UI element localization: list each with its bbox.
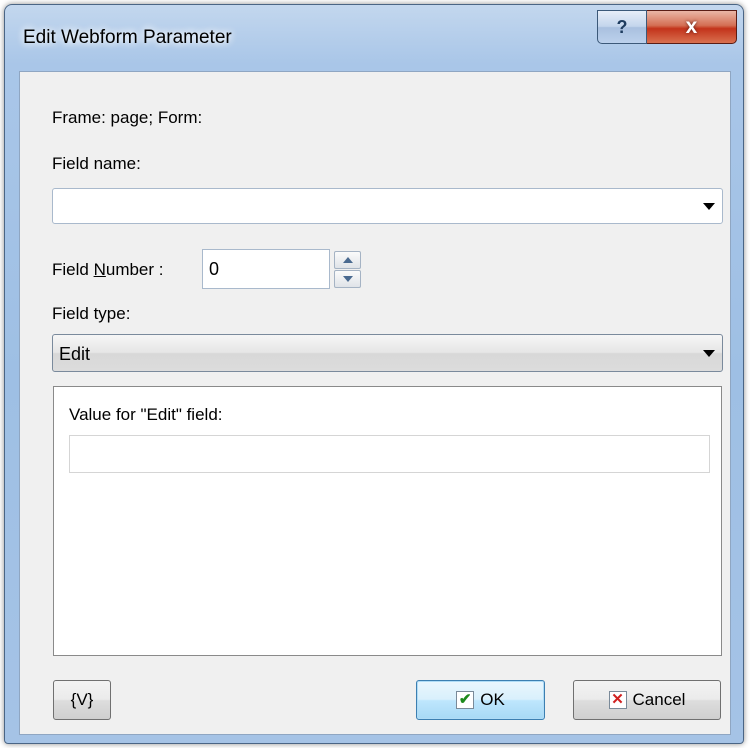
spin-down-button[interactable] xyxy=(334,270,361,288)
field-number-label: Field Number : xyxy=(52,260,164,280)
variables-button[interactable]: {V} xyxy=(53,680,111,720)
arrow-down-icon xyxy=(343,276,353,282)
checkmark-icon: ✔ xyxy=(456,691,475,709)
frame-info-label: Frame: page; Form: xyxy=(52,108,203,127)
value-panel: Value for "Edit" field: xyxy=(53,386,722,656)
field-number-accel-key: N xyxy=(93,260,106,279)
help-icon: ? xyxy=(616,17,628,37)
dialog-window: Edit Webform Parameter ? x Frame: page; … xyxy=(4,4,744,744)
cancel-button-label: Cancel xyxy=(632,690,686,709)
x-mark-icon: ✕ xyxy=(608,691,627,709)
field-number-label-post: umber : xyxy=(105,260,164,279)
ok-button[interactable]: ✔ OK xyxy=(416,680,545,720)
value-label: Value for "Edit" field: xyxy=(69,405,223,424)
value-input[interactable] xyxy=(69,435,710,473)
arrow-up-icon xyxy=(343,257,353,263)
field-name-combobox[interactable] xyxy=(52,188,723,224)
chevron-down-icon[interactable] xyxy=(703,350,715,357)
field-number-input[interactable]: 0 xyxy=(202,249,330,289)
field-type-label: Field type: xyxy=(52,304,131,323)
variables-button-label: {V} xyxy=(70,690,94,709)
close-icon: x xyxy=(685,15,698,38)
chevron-down-icon[interactable] xyxy=(703,203,715,210)
window-title: Edit Webform Parameter xyxy=(23,27,232,48)
title-bar[interactable]: Edit Webform Parameter ? x xyxy=(5,5,743,75)
close-button[interactable]: x xyxy=(647,10,737,44)
field-number-label-pre: Field xyxy=(52,260,94,279)
dialog-body: Frame: page; Form: Field name: Field Num… xyxy=(19,71,731,735)
spin-up-button[interactable] xyxy=(334,251,361,269)
cancel-button[interactable]: ✕ Cancel xyxy=(573,680,721,720)
ok-button-label: OK xyxy=(480,690,505,709)
field-type-selected: Edit xyxy=(59,344,91,364)
field-type-dropdown[interactable]: Edit xyxy=(52,334,723,372)
field-name-label: Field name: xyxy=(52,154,141,173)
help-button[interactable]: ? xyxy=(597,10,647,44)
